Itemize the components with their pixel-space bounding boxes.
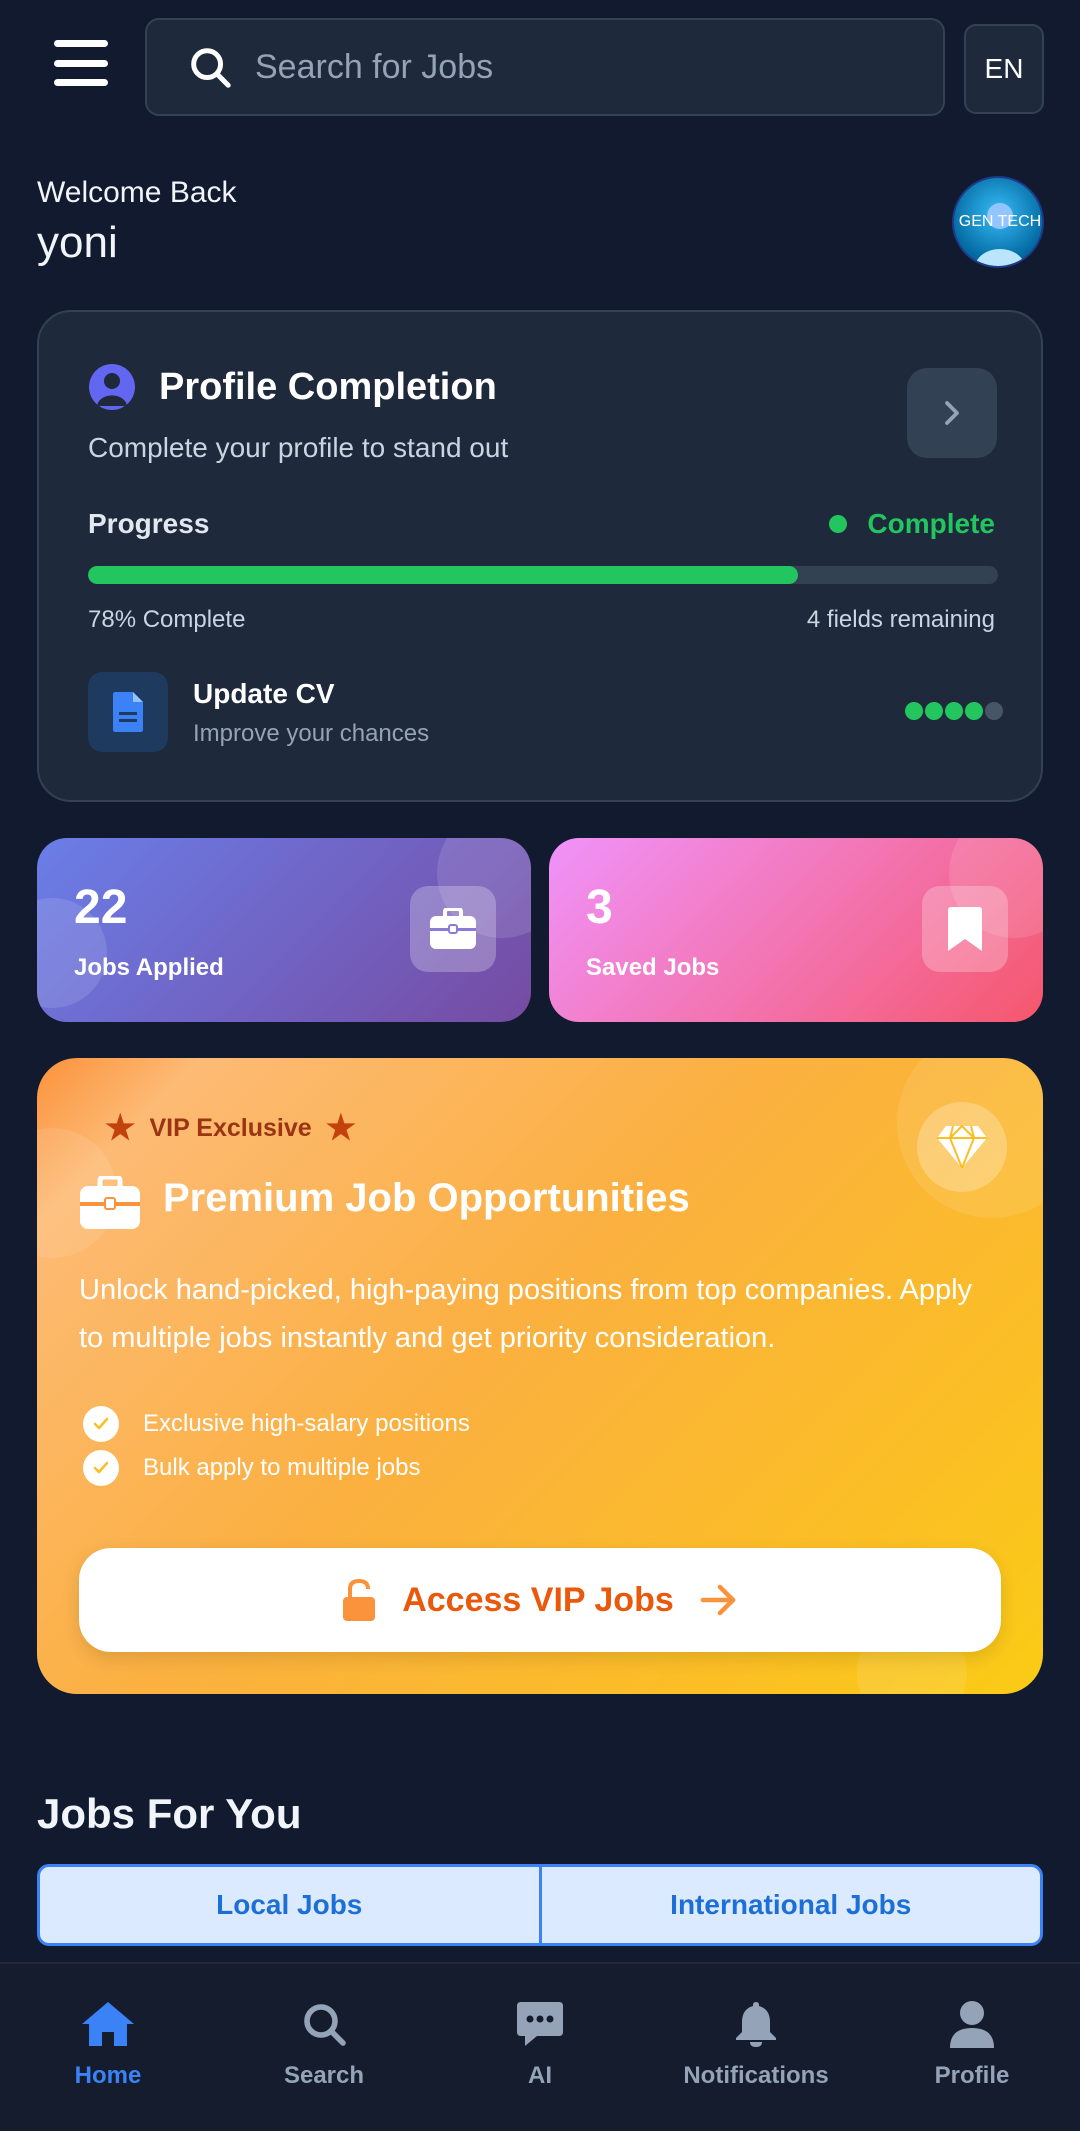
profile-completion-subtitle: Complete your profile to stand out: [88, 432, 509, 463]
profile-completion-card: Profile Completion Complete your profile…: [37, 310, 1043, 802]
nav-profile[interactable]: Profile: [864, 1964, 1080, 2131]
vip-feature-item: Exclusive high-salary positions: [83, 1406, 470, 1442]
progress-bar: [88, 566, 998, 584]
check-icon: [83, 1450, 119, 1486]
star-icon: ★: [105, 1109, 136, 1147]
bell-icon: [736, 2002, 776, 2047]
avatar[interactable]: GEN TECH: [952, 176, 1044, 268]
cv-progress-dots: [905, 702, 1005, 720]
vip-feature-text: Exclusive high-salary positions: [143, 1410, 470, 1437]
avatar-text: GEN TECH: [959, 213, 1041, 230]
nav-notifications-label: Notifications: [683, 2062, 829, 2089]
vip-card: ★ VIP Exclusive ★ Premium Job Opportunit…: [37, 1058, 1043, 1694]
home-icon: [82, 2002, 134, 2046]
jobs-applied-label: Jobs Applied: [74, 954, 224, 981]
saved-jobs-label: Saved Jobs: [586, 954, 720, 981]
nav-home-label: Home: [74, 2062, 142, 2089]
progress-status: Complete: [829, 508, 995, 540]
menu-icon[interactable]: [54, 40, 108, 86]
nav-ai-label: AI: [528, 2062, 552, 2089]
fields-remaining-text: 4 fields remaining: [806, 606, 995, 633]
briefcase-icon: [79, 1174, 141, 1230]
access-vip-jobs-label: Access VIP Jobs: [402, 1580, 674, 1619]
bookmark-icon: [922, 886, 1008, 972]
username: yoni: [37, 218, 118, 267]
chevron-right-icon: [945, 401, 959, 425]
welcome-text: Welcome Back: [37, 176, 237, 209]
nav-search-label: Search: [283, 2062, 365, 2089]
cv-progress-dot: [925, 702, 943, 720]
unlock-icon: [343, 1578, 376, 1621]
search-icon: [304, 2004, 346, 2046]
nav-home[interactable]: Home: [0, 1964, 216, 2131]
nav-search[interactable]: Search: [216, 1964, 432, 2131]
saved-jobs-count: 3: [586, 881, 613, 934]
progress-bar-fill: [88, 566, 798, 584]
profile-chevron-button[interactable]: [907, 368, 997, 458]
search-input[interactable]: [255, 47, 935, 87]
tab-local-jobs[interactable]: Local Jobs: [40, 1867, 539, 1943]
cv-progress-dot: [965, 702, 983, 720]
cv-progress-dot: [905, 702, 923, 720]
nav-ai[interactable]: AI: [432, 1964, 648, 2131]
search-icon: [191, 48, 231, 88]
profile-completion-title: Profile Completion: [159, 366, 497, 408]
progress-percent-text: 78% Complete: [88, 606, 246, 633]
briefcase-icon: [410, 886, 496, 972]
vip-feature-text: Bulk apply to multiple jobs: [143, 1454, 421, 1481]
star-icon: ★: [325, 1109, 357, 1147]
nav-profile-label: Profile: [934, 2062, 1010, 2089]
arrow-right-icon: [700, 1584, 736, 1616]
bottom-nav: Home Search AI Notifications Profile: [0, 1962, 1080, 2131]
cv-progress-dot: [945, 702, 963, 720]
language-button[interactable]: EN: [964, 24, 1044, 114]
document-icon[interactable]: [88, 672, 168, 752]
update-cv-subtitle: Improve your chances: [193, 720, 430, 747]
jobs-applied-count: 22: [74, 881, 128, 934]
chat-icon: [517, 2002, 563, 2046]
jobs-applied-card[interactable]: 22 Jobs Applied: [37, 838, 531, 1022]
check-icon: [83, 1406, 119, 1442]
status-dot: [829, 515, 848, 533]
progress-label: Progress: [88, 508, 210, 539]
diamond-icon: [917, 1102, 1007, 1192]
progress-status-text: Complete: [867, 508, 995, 539]
jobs-for-you-heading: Jobs For You: [37, 1790, 302, 1837]
jobs-tabs: Local Jobs International Jobs: [37, 1864, 1043, 1946]
saved-jobs-card[interactable]: 3 Saved Jobs: [549, 838, 1043, 1022]
user-icon: [950, 2001, 994, 2048]
user-icon: [89, 364, 135, 410]
vip-badge-text: VIP Exclusive: [149, 1113, 312, 1142]
tab-international-jobs[interactable]: International Jobs: [538, 1867, 1041, 1943]
vip-feature-item: Bulk apply to multiple jobs: [83, 1450, 420, 1486]
cv-progress-dot: [985, 702, 1003, 720]
nav-notifications[interactable]: Notifications: [648, 1964, 864, 2131]
search-bar[interactable]: [145, 18, 945, 116]
vip-title: Premium Job Opportunities: [163, 1176, 690, 1220]
access-vip-jobs-button[interactable]: Access VIP Jobs: [79, 1548, 1001, 1652]
vip-badge: ★ VIP Exclusive ★: [105, 1108, 356, 1148]
vip-description: Unlock hand-picked, high-paying position…: [79, 1274, 973, 1354]
update-cv-title[interactable]: Update CV: [193, 678, 335, 710]
